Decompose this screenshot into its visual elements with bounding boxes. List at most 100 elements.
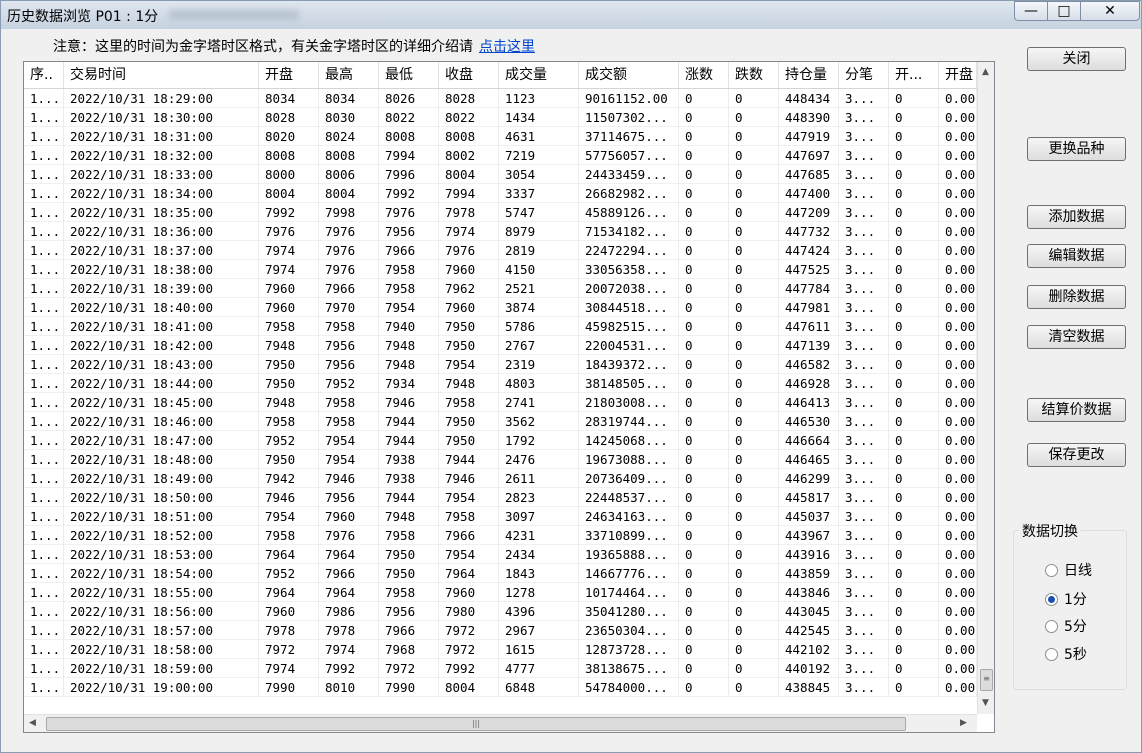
cell-close: 7958 <box>439 393 499 412</box>
cell-open-price: 0.00 <box>939 412 977 431</box>
column-header-open[interactable]: 开盘 <box>259 62 319 88</box>
close-button[interactable]: 关闭 <box>1027 47 1126 71</box>
table-row[interactable]: 1... 2022/10/31 18:57:00 7978 7978 7966 7972 2… <box>24 621 977 640</box>
scroll-left-arrow-icon[interactable]: ◀ <box>29 718 36 728</box>
table-row[interactable]: 1... 2022/10/31 18:39:00 7960 7966 7958 7962 2… <box>24 279 977 298</box>
radio-circle-icon[interactable] <box>1045 593 1058 606</box>
table-row[interactable]: 1... 2022/10/31 18:54:00 7952 7966 7950 7964 1… <box>24 564 977 583</box>
column-header-open2[interactable]: 开... <box>889 62 939 88</box>
title-bar[interactable]: 历史数据浏览 P01 : 1分 — □ ✕ <box>1 1 1141 29</box>
table-row[interactable]: 1... 2022/10/31 18:37:00 7974 7976 7966 7976 2… <box>24 241 977 260</box>
column-header-down-count[interactable]: 跌数 <box>729 62 779 88</box>
cell-amount: 33056358... <box>579 260 679 279</box>
cell-trade-time: 2022/10/31 18:31:00 <box>64 127 259 146</box>
radio-daily[interactable]: 日线 <box>1045 562 1092 580</box>
table-row[interactable]: 1... 2022/10/31 18:58:00 7972 7974 7968 7972 1… <box>24 640 977 659</box>
table-row[interactable]: 1... 2022/10/31 18:31:00 8020 8024 8008 8008 4… <box>24 127 977 146</box>
cell-open-price: 0.00 <box>939 659 977 678</box>
cell-trade-time: 2022/10/31 18:54:00 <box>64 564 259 583</box>
change-symbol-button[interactable]: 更换品种 <box>1027 137 1126 161</box>
data-table[interactable]: 序.. 交易时间 开盘 最高 最低 收盘 成交量 成交额 涨数 跌数 持仓量 分笔 开... 开盘 1..… <box>23 61 995 733</box>
table-row[interactable]: 1... 2022/10/31 18:53:00 7964 7964 7950 7954 2… <box>24 545 977 564</box>
table-row[interactable]: 1... 2022/10/31 18:44:00 7950 7952 7934 7948 4… <box>24 374 977 393</box>
column-header-low[interactable]: 最低 <box>379 62 439 88</box>
cell-up-count: 0 <box>679 317 729 336</box>
cell-up-count: 0 <box>679 450 729 469</box>
scroll-up-arrow-icon[interactable]: ▲ <box>982 67 989 77</box>
close-window-button[interactable]: ✕ <box>1080 1 1140 21</box>
cell-amount: 19673088... <box>579 450 679 469</box>
cell-low: 7950 <box>379 545 439 564</box>
table-row[interactable]: 1... 2022/10/31 18:38:00 7974 7976 7958 7960 4… <box>24 260 977 279</box>
column-header-ticks[interactable]: 分笔 <box>839 62 889 88</box>
radio-5min[interactable]: 5分 <box>1045 618 1087 636</box>
cell-open: 8000 <box>259 165 319 184</box>
table-row[interactable]: 1... 2022/10/31 18:46:00 7958 7958 7944 7950 3… <box>24 412 977 431</box>
column-header-open-price[interactable]: 开盘 <box>939 62 977 88</box>
table-row[interactable]: 1... 2022/10/31 18:47:00 7952 7954 7944 7950 1… <box>24 431 977 450</box>
cell-open-interest: 447611 <box>779 317 839 336</box>
table-body[interactable]: 1... 2022/10/31 18:29:00 8034 8034 8026 8028 1… <box>24 89 977 697</box>
table-row[interactable]: 1... 2022/10/31 18:49:00 7942 7946 7938 7946 2… <box>24 469 977 488</box>
radio-5sec[interactable]: 5秒 <box>1045 646 1087 664</box>
column-header-up-count[interactable]: 涨数 <box>679 62 729 88</box>
save-changes-button[interactable]: 保存更改 <box>1027 443 1126 467</box>
column-header-open-interest[interactable]: 持仓量 <box>779 62 839 88</box>
horizontal-scroll-thumb[interactable]: ||| <box>46 717 906 731</box>
cell-trade-time: 2022/10/31 18:52:00 <box>64 526 259 545</box>
cell-volume: 4150 <box>499 260 579 279</box>
table-row[interactable]: 1... 2022/10/31 18:30:00 8028 8030 8022 8022 1… <box>24 108 977 127</box>
table-row[interactable]: 1... 2022/10/31 19:00:00 7990 8010 7990 8004 6… <box>24 678 977 697</box>
table-row[interactable]: 1... 2022/10/31 18:45:00 7948 7958 7946 7958 2… <box>24 393 977 412</box>
cell-trade-time: 2022/10/31 18:56:00 <box>64 602 259 621</box>
table-row[interactable]: 1... 2022/10/31 18:29:00 8034 8034 8026 8028 1… <box>24 89 977 108</box>
table-row[interactable]: 1... 2022/10/31 18:48:00 7950 7954 7938 7944 2… <box>24 450 977 469</box>
cell-open-price: 0.00 <box>939 431 977 450</box>
radio-circle-icon[interactable] <box>1045 620 1058 633</box>
add-data-button[interactable]: 添加数据 <box>1027 205 1126 229</box>
radio-circle-icon[interactable] <box>1045 648 1058 661</box>
minimize-button[interactable]: — <box>1014 1 1048 21</box>
table-row[interactable]: 1... 2022/10/31 18:35:00 7992 7998 7976 7978 5… <box>24 203 977 222</box>
column-header-close[interactable]: 收盘 <box>439 62 499 88</box>
radio-1min[interactable]: 1分 <box>1045 591 1087 609</box>
table-row[interactable]: 1... 2022/10/31 18:41:00 7958 7958 7940 7950 5… <box>24 317 977 336</box>
edit-data-button[interactable]: 编辑数据 <box>1027 244 1126 268</box>
radio-circle-icon[interactable] <box>1045 564 1058 577</box>
table-row[interactable]: 1... 2022/10/31 18:34:00 8004 8004 7992 7994 3… <box>24 184 977 203</box>
cell-open-interest: 446582 <box>779 355 839 374</box>
vertical-scrollbar[interactable]: ▲ ≡ ▼ <box>977 62 994 714</box>
column-header-amount[interactable]: 成交额 <box>579 62 679 88</box>
table-row[interactable]: 1... 2022/10/31 18:52:00 7958 7976 7958 7966 4… <box>24 526 977 545</box>
table-row[interactable]: 1... 2022/10/31 18:42:00 7948 7956 7948 7950 2… <box>24 336 977 355</box>
table-row[interactable]: 1... 2022/10/31 18:43:00 7950 7956 7948 7954 2… <box>24 355 977 374</box>
cell-open-interest: 443859 <box>779 564 839 583</box>
table-row[interactable]: 1... 2022/10/31 18:32:00 8008 8008 7994 8002 7… <box>24 146 977 165</box>
settlement-data-button[interactable]: 结算价数据 <box>1027 398 1126 422</box>
cell-amount: 54784000... <box>579 678 679 697</box>
scroll-down-arrow-icon[interactable]: ▼ <box>982 698 989 708</box>
column-header-volume[interactable]: 成交量 <box>499 62 579 88</box>
table-row[interactable]: 1... 2022/10/31 18:56:00 7960 7986 7956 7980 4… <box>24 602 977 621</box>
table-row[interactable]: 1... 2022/10/31 18:55:00 7964 7964 7958 7960 1… <box>24 583 977 602</box>
table-row[interactable]: 1... 2022/10/31 18:50:00 7946 7956 7944 7954 2… <box>24 488 977 507</box>
table-row[interactable]: 1... 2022/10/31 18:51:00 7954 7960 7948 7958 3… <box>24 507 977 526</box>
column-header-trade-time[interactable]: 交易时间 <box>64 62 259 88</box>
delete-data-button[interactable]: 删除数据 <box>1027 285 1126 309</box>
cell-amount: 33710899... <box>579 526 679 545</box>
column-header-high[interactable]: 最高 <box>319 62 379 88</box>
vertical-scroll-thumb[interactable]: ≡ <box>980 669 993 691</box>
horizontal-scrollbar[interactable]: ◀ ||| ▶ <box>24 714 977 732</box>
maximize-button[interactable]: □ <box>1047 1 1081 21</box>
scroll-right-arrow-icon[interactable]: ▶ <box>960 718 967 728</box>
cell-low: 7958 <box>379 279 439 298</box>
column-header-seq[interactable]: 序.. <box>24 62 64 88</box>
table-row[interactable]: 1... 2022/10/31 18:36:00 7976 7976 7956 7974 8… <box>24 222 977 241</box>
table-row[interactable]: 1... 2022/10/31 18:40:00 7960 7970 7954 7960 3… <box>24 298 977 317</box>
table-row[interactable]: 1... 2022/10/31 18:59:00 7974 7992 7972 7992 4… <box>24 659 977 678</box>
cell-close: 7954 <box>439 355 499 374</box>
table-row[interactable]: 1... 2022/10/31 18:33:00 8000 8006 7996 8004 3… <box>24 165 977 184</box>
clear-data-button[interactable]: 清空数据 <box>1027 325 1126 349</box>
cell-trade-time: 2022/10/31 18:58:00 <box>64 640 259 659</box>
notice-link[interactable]: 点击这里 <box>479 39 535 55</box>
